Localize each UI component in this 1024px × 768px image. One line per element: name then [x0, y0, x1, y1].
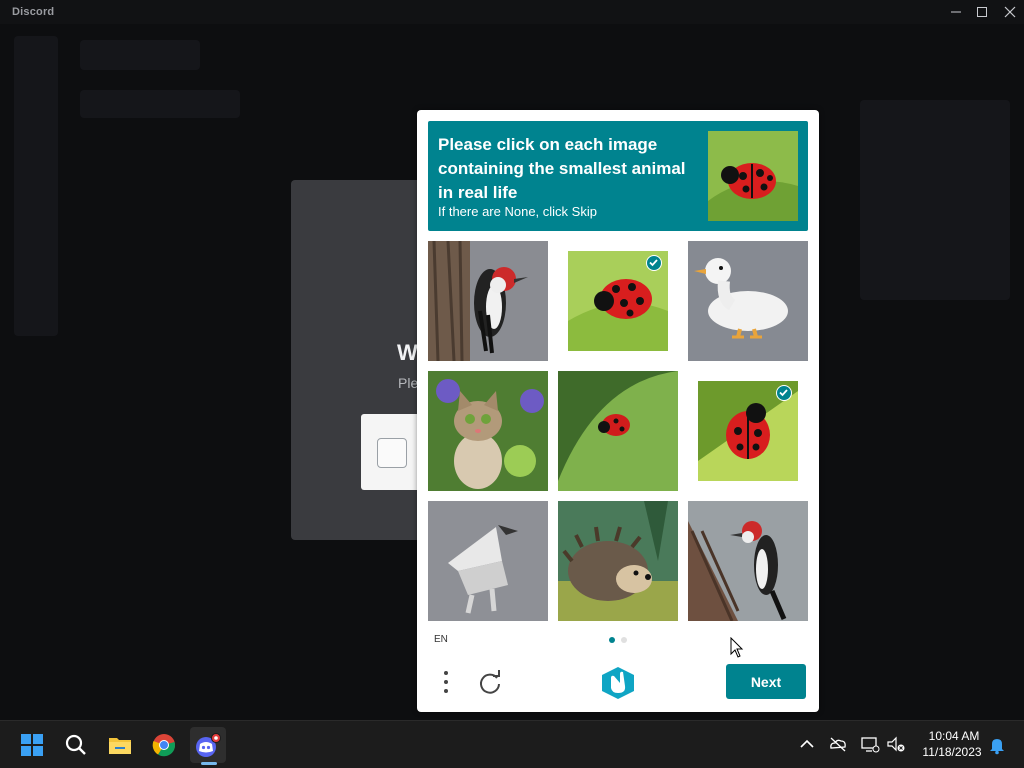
- active-app-indicator: [201, 762, 217, 765]
- hcaptcha-challenge: Please click on each image containing th…: [417, 110, 819, 712]
- tile-ladybug[interactable]: [558, 371, 678, 491]
- title-bar: Discord: [0, 0, 1024, 24]
- tile-selected-check-icon: [776, 385, 792, 401]
- chrome-icon[interactable]: [146, 727, 182, 763]
- more-vertical-icon: [444, 671, 448, 693]
- search-icon[interactable]: [58, 727, 94, 763]
- tile-woodpecker[interactable]: [688, 501, 808, 621]
- refresh-button[interactable]: [475, 668, 505, 698]
- menu-button[interactable]: [437, 668, 455, 698]
- next-button[interactable]: Next: [726, 664, 806, 699]
- maximize-button[interactable]: [969, 1, 995, 23]
- minimize-button[interactable]: [943, 1, 969, 23]
- tile-woodpecker[interactable]: [428, 241, 548, 361]
- ladybug-icon: [708, 131, 798, 221]
- captcha-checkbox[interactable]: [377, 438, 407, 468]
- onedrive-off-icon[interactable]: [828, 734, 848, 754]
- chevron-up-icon[interactable]: [797, 734, 817, 754]
- tile-selected-check-icon: [646, 255, 662, 271]
- app-title: Discord: [12, 6, 55, 18]
- volume-muted-icon[interactable]: [886, 734, 906, 754]
- verify-subtitle: Ple: [398, 375, 419, 391]
- file-explorer-icon[interactable]: [102, 727, 138, 763]
- background-header: [80, 40, 200, 70]
- tile-cat[interactable]: [428, 371, 548, 491]
- windows-start-icon[interactable]: [14, 727, 50, 763]
- tile-hedgehog[interactable]: [558, 501, 678, 621]
- background-channel: [80, 90, 240, 118]
- page-dot: [621, 637, 627, 643]
- notification-bell-icon[interactable]: [987, 735, 1007, 755]
- close-icon: [1004, 6, 1016, 18]
- network-icon[interactable]: [860, 734, 880, 754]
- maximize-icon: [977, 7, 987, 17]
- prompt-box: Please click on each image containing th…: [428, 121, 808, 231]
- refresh-icon: [480, 670, 500, 694]
- language-selector[interactable]: EN: [434, 634, 448, 645]
- background-server-list: [14, 36, 58, 336]
- prompt-text: Please click on each image containing th…: [438, 135, 686, 202]
- discord-icon[interactable]: [190, 727, 226, 763]
- prompt-skip-hint: If there are None, click Skip: [438, 204, 597, 219]
- hcaptcha-logo-icon: [600, 666, 636, 700]
- minimize-icon: [951, 11, 961, 13]
- clock-date[interactable]: 11/18/2023: [916, 745, 988, 759]
- clock-time[interactable]: 10:04 AM: [920, 729, 988, 743]
- tile-duck[interactable]: [688, 241, 808, 361]
- page-dot-active: [609, 637, 615, 643]
- close-button[interactable]: [997, 1, 1023, 23]
- page-indicator: [609, 637, 629, 645]
- mouse-cursor-icon: [730, 636, 744, 659]
- verify-title: W: [397, 340, 418, 365]
- background-content: [860, 100, 1010, 300]
- tile-origami-bird[interactable]: [428, 501, 548, 621]
